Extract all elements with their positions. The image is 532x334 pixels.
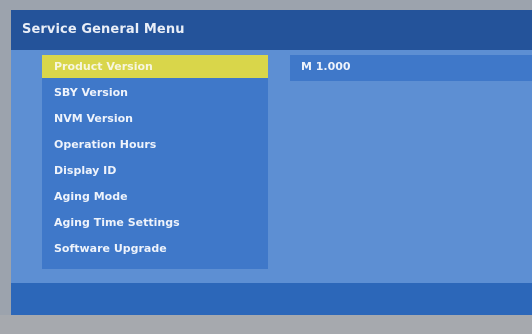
service-menu-screen: Service General Menu Product Version SBY…: [0, 0, 532, 334]
menu-item-display-id[interactable]: Display ID: [42, 159, 268, 182]
bottom-bar: [11, 283, 532, 315]
menu-item-aging-time-settings[interactable]: Aging Time Settings: [42, 211, 268, 234]
menu-title: Service General Menu: [22, 22, 185, 37]
title-bar: Service General Menu: [11, 10, 532, 50]
menu-list: Product Version SBY Version NVM Version …: [42, 55, 268, 269]
menu-item-sby-version[interactable]: SBY Version: [42, 81, 268, 104]
menu-item-nvm-version[interactable]: NVM Version: [42, 107, 268, 130]
menu-item-software-upgrade[interactable]: Software Upgrade: [42, 237, 268, 260]
screen-bottom-edge: [0, 315, 532, 334]
product-version-value: M 1.000: [301, 60, 351, 73]
menu-item-operation-hours[interactable]: Operation Hours: [42, 133, 268, 156]
product-version-value-box: M 1.000: [290, 55, 532, 81]
menu-item-aging-mode[interactable]: Aging Mode: [42, 185, 268, 208]
menu-item-product-version[interactable]: Product Version: [42, 55, 268, 78]
